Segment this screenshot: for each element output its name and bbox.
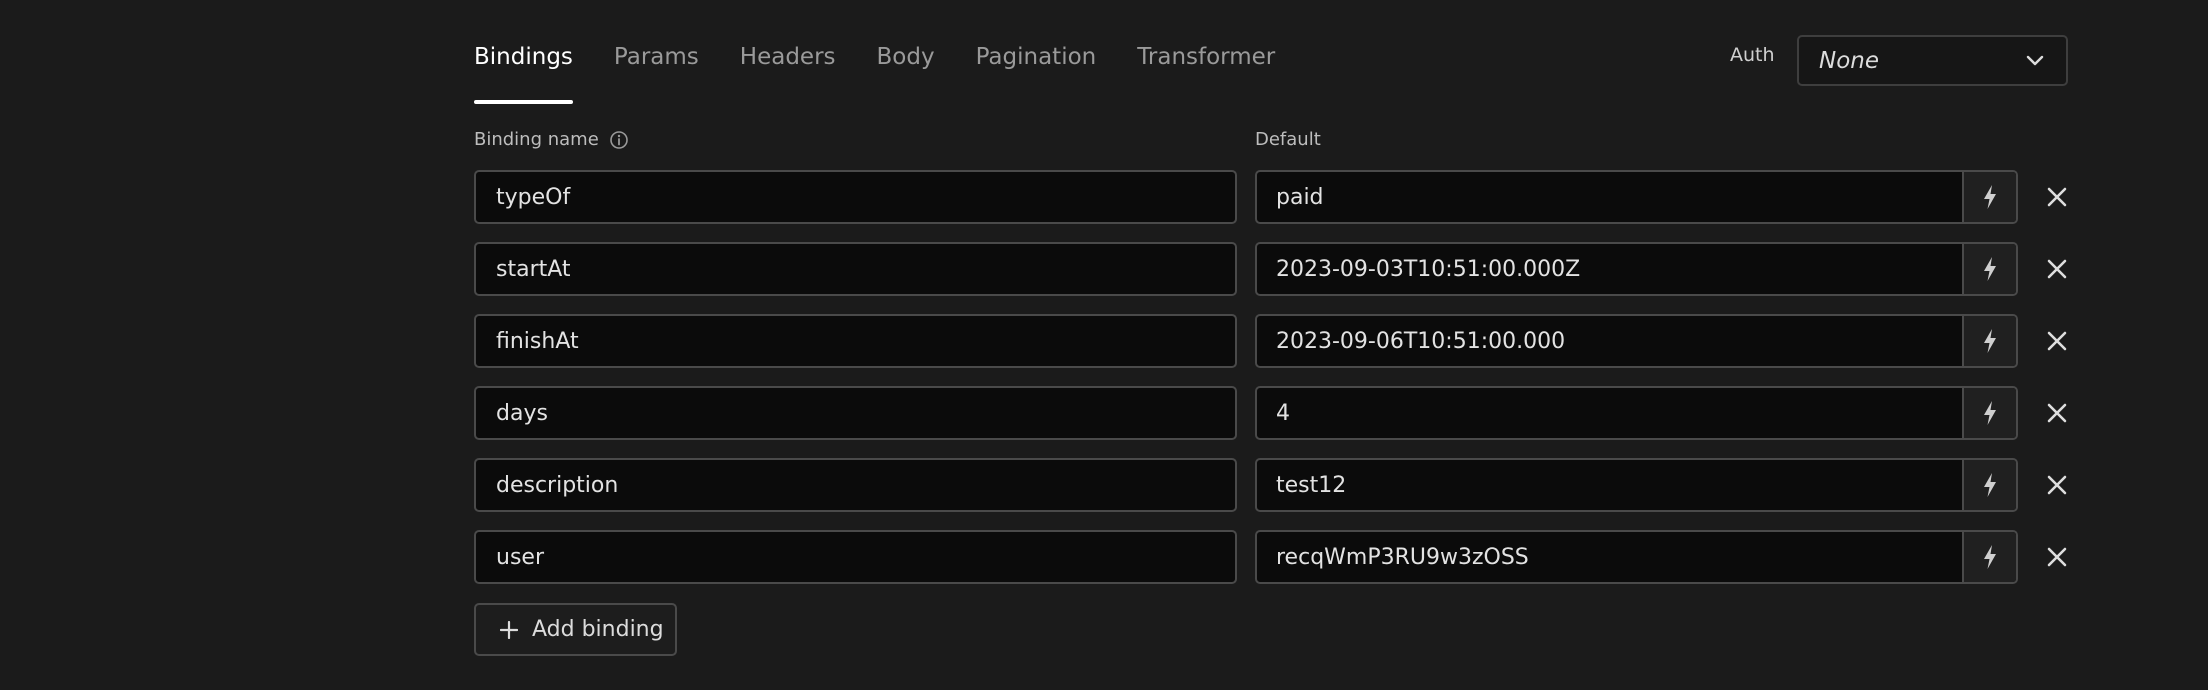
tab-bar: Bindings Params Headers Body Pagination … — [474, 0, 1316, 104]
binding-name-input[interactable]: days — [474, 386, 1237, 440]
binding-name-input[interactable]: typeOf — [474, 170, 1237, 224]
close-icon[interactable] — [2037, 458, 2077, 512]
close-icon[interactable] — [2037, 314, 2077, 368]
default-header-label: Default — [1255, 129, 1321, 150]
default-field: 4 — [1255, 386, 2018, 440]
tab-pagination[interactable]: Pagination — [976, 0, 1097, 104]
default-value-input[interactable]: 2023-09-06T10:51:00.000 — [1257, 316, 1962, 366]
close-icon[interactable] — [2037, 386, 2077, 440]
binding-name-header: Binding name — [474, 129, 629, 150]
close-icon[interactable] — [2037, 530, 2077, 584]
default-field: 2023-09-06T10:51:00.000 — [1255, 314, 2018, 368]
default-field: recqWmP3RU9w3zOSS — [1255, 530, 2018, 584]
binding-row: finishAt 2023-09-06T10:51:00.000 — [474, 314, 2074, 368]
default-field: 2023-09-03T10:51:00.000Z — [1255, 242, 2018, 296]
close-icon[interactable] — [2037, 242, 2077, 296]
binding-row: user recqWmP3RU9w3zOSS — [474, 530, 2074, 584]
bindings-panel: Bindings Params Headers Body Pagination … — [0, 0, 2208, 690]
add-binding-label: Add binding — [532, 617, 664, 642]
tab-body[interactable]: Body — [877, 0, 935, 104]
close-icon[interactable] — [2037, 170, 2077, 224]
binding-name-header-label: Binding name — [474, 129, 599, 150]
default-value-input[interactable]: recqWmP3RU9w3zOSS — [1257, 532, 1962, 582]
lightning-bolt-icon[interactable] — [1962, 244, 2016, 294]
default-field: paid — [1255, 170, 2018, 224]
add-binding-button[interactable]: Add binding — [474, 603, 677, 656]
tab-headers[interactable]: Headers — [740, 0, 836, 104]
binding-row: days 4 — [474, 386, 2074, 440]
binding-name-input[interactable]: finishAt — [474, 314, 1237, 368]
binding-name-input[interactable]: description — [474, 458, 1237, 512]
default-field: test12 — [1255, 458, 2018, 512]
tab-bindings[interactable]: Bindings — [474, 0, 573, 104]
binding-row: description test12 — [474, 458, 2074, 512]
default-value-input[interactable]: 4 — [1257, 388, 1962, 438]
default-value-input[interactable]: test12 — [1257, 460, 1962, 510]
binding-name-input[interactable]: startAt — [474, 242, 1237, 296]
lightning-bolt-icon[interactable] — [1962, 460, 2016, 510]
binding-row: startAt 2023-09-03T10:51:00.000Z — [474, 242, 2074, 296]
lightning-bolt-icon[interactable] — [1962, 316, 2016, 366]
plus-icon — [500, 620, 518, 639]
binding-row: typeOf paid — [474, 170, 2074, 224]
tab-params[interactable]: Params — [614, 0, 699, 104]
default-value-input[interactable]: 2023-09-03T10:51:00.000Z — [1257, 244, 1962, 294]
info-icon[interactable] — [609, 130, 629, 150]
auth-selected-value: None — [1819, 47, 1880, 74]
auth-select[interactable]: None — [1797, 35, 2068, 86]
bindings-list: typeOf paid startAt 2023-09-03T10:51:00.… — [474, 170, 2074, 602]
lightning-bolt-icon[interactable] — [1962, 532, 2016, 582]
auth-label: Auth — [1730, 44, 1775, 66]
binding-name-input[interactable]: user — [474, 530, 1237, 584]
default-value-input[interactable]: paid — [1257, 172, 1962, 222]
chevron-down-icon — [2024, 50, 2046, 72]
lightning-bolt-icon[interactable] — [1962, 172, 2016, 222]
default-header: Default — [1255, 129, 1321, 150]
lightning-bolt-icon[interactable] — [1962, 388, 2016, 438]
tab-transformer[interactable]: Transformer — [1137, 0, 1275, 104]
